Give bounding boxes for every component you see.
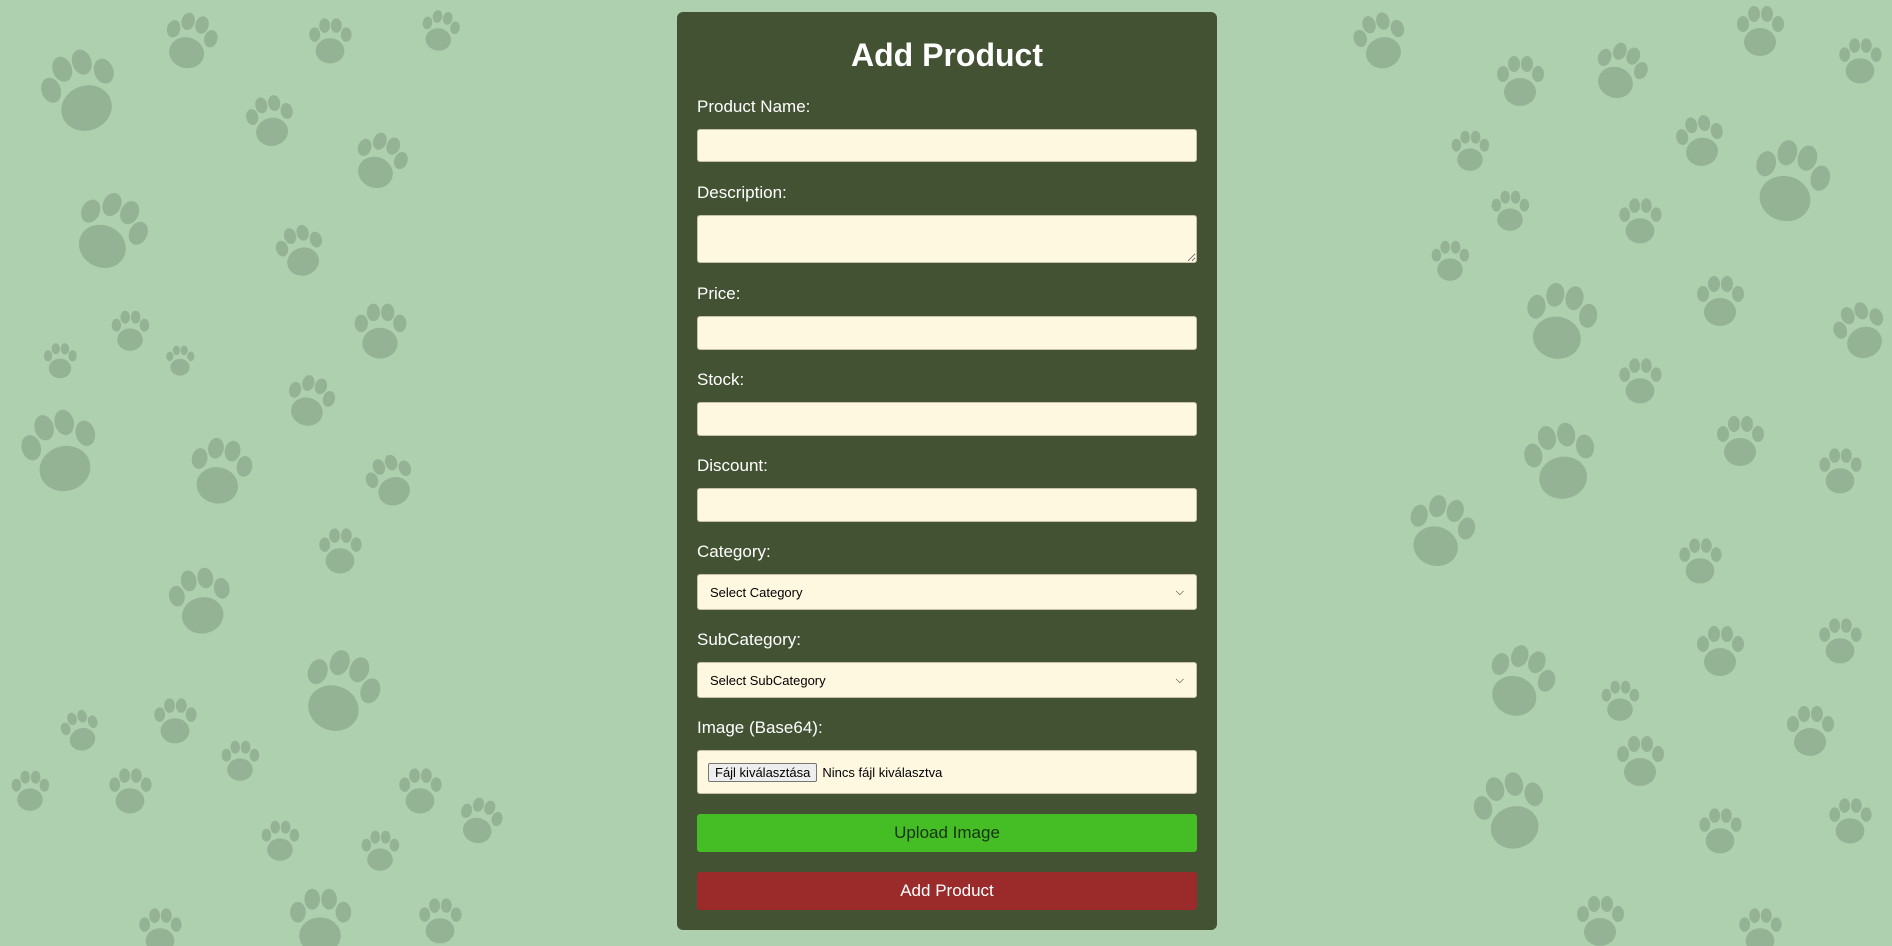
stock-label: Stock:: [697, 370, 745, 389]
image-label: Image (Base64):: [697, 718, 823, 737]
subcategory-selected-value: Select SubCategory: [710, 672, 826, 688]
category-select[interactable]: Select Category ⌵: [697, 574, 1197, 610]
discount-input[interactable]: [697, 488, 1197, 522]
discount-label: Discount:: [697, 456, 768, 475]
product-name-label: Product Name:: [697, 97, 811, 116]
upload-image-button[interactable]: Upload Image: [697, 814, 1197, 852]
stock-input[interactable]: [697, 402, 1197, 436]
subcategory-select[interactable]: Select SubCategory ⌵: [697, 662, 1197, 698]
chevron-down-icon: ⌵: [1175, 585, 1184, 598]
add-product-form: Add Product Product Name: Description: P…: [677, 12, 1217, 930]
description-label: Description:: [697, 183, 787, 202]
price-label: Price:: [697, 284, 741, 303]
description-textarea[interactable]: [697, 215, 1197, 263]
subcategory-label: SubCategory:: [697, 630, 801, 649]
product-name-input[interactable]: [697, 129, 1197, 162]
category-label: Category:: [697, 542, 771, 561]
category-selected-value: Select Category: [710, 584, 803, 600]
form-title: Add Product: [851, 37, 1043, 73]
price-input[interactable]: [697, 316, 1197, 350]
image-file-input: Fájl kiválasztása Nincs fájl kiválasztva: [697, 750, 1197, 794]
choose-file-button[interactable]: Fájl kiválasztása: [708, 762, 818, 782]
file-status-text: Nincs fájl kiválasztva: [822, 764, 943, 780]
add-product-button[interactable]: Add Product: [697, 872, 1197, 910]
chevron-down-icon: ⌵: [1175, 673, 1184, 686]
